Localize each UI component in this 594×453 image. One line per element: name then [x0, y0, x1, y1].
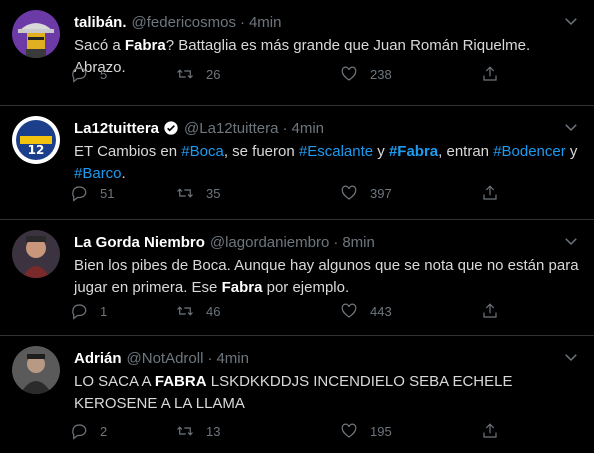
- share-icon[interactable]: [481, 302, 499, 320]
- user-handle[interactable]: @federicosmos: [132, 14, 236, 31]
- hashtag-link[interactable]: #Boca: [181, 143, 224, 160]
- avatar[interactable]: 12: [12, 116, 60, 164]
- chevron-down-icon[interactable]: [562, 118, 580, 136]
- chevron-down-icon[interactable]: [562, 12, 580, 30]
- reply-button[interactable]: 1: [70, 302, 107, 320]
- like-button[interactable]: 397: [340, 184, 392, 202]
- like-icon: [341, 66, 357, 81]
- retweet-button[interactable]: 13: [176, 422, 220, 440]
- timestamp[interactable]: 4min: [249, 14, 282, 31]
- retweet-icon: [177, 306, 193, 316]
- retweet-button[interactable]: 35: [176, 184, 220, 202]
- text-segment: , se fueron: [223, 143, 299, 160]
- tweet-header: talibán. @federicosmos · 4min: [74, 12, 281, 32]
- like-icon: [341, 303, 357, 318]
- reply-icon: [72, 186, 87, 202]
- hashtag-link[interactable]: #Fabra: [389, 143, 438, 160]
- chevron-down-icon[interactable]: [562, 232, 580, 250]
- tweet-header: La Gorda Niembro @lagordaniembro · 8min: [74, 232, 375, 252]
- avatar[interactable]: [12, 230, 60, 278]
- user-handle[interactable]: @lagordaniembro: [210, 234, 329, 251]
- retweet-icon: [177, 188, 193, 198]
- svg-text:12: 12: [28, 143, 45, 157]
- tweet-text: LO SACA A FABRA LSKDKKDDJS INCENDIELO SE…: [74, 371, 579, 415]
- reply-icon: [72, 424, 87, 440]
- hashtag-link[interactable]: #Bodencer: [493, 143, 566, 160]
- retweet-icon: [177, 426, 193, 436]
- user-handle[interactable]: @NotAdroll: [127, 350, 204, 367]
- display-name[interactable]: La12tuittera: [74, 120, 159, 137]
- verified-badge-icon: [164, 121, 178, 135]
- reply-count: 5: [100, 66, 108, 82]
- tweet-feed: talibán. @federicosmos · 4min Sacó a Fab…: [0, 0, 594, 453]
- text-segment: y: [373, 143, 389, 160]
- retweet-count: 13: [206, 423, 221, 439]
- retweet-button[interactable]: 46: [176, 302, 220, 320]
- tweet[interactable]: talibán. @federicosmos · 4min Sacó a Fab…: [0, 0, 594, 106]
- retweet-button[interactable]: 26: [176, 65, 220, 83]
- user-handle[interactable]: @La12tuittera: [184, 120, 278, 137]
- like-button[interactable]: 238: [340, 65, 392, 83]
- display-name[interactable]: Adrián: [74, 350, 122, 367]
- like-count: 443: [370, 303, 392, 319]
- reply-icon: [72, 67, 87, 83]
- tweet-header: Adrián @NotAdroll · 4min: [74, 348, 249, 368]
- tweet[interactable]: 12 La12tuittera @La12tuittera · 4min ET …: [0, 106, 594, 220]
- tweet-actions: 5 26 238: [70, 65, 497, 87]
- like-count: 238: [370, 66, 392, 82]
- tweet-actions: 1 46 443: [70, 302, 497, 324]
- reply-button[interactable]: 2: [70, 422, 107, 440]
- like-count: 397: [370, 185, 392, 201]
- retweet-icon: [177, 69, 193, 79]
- reply-button[interactable]: 5: [70, 65, 107, 83]
- text-segment: , entran: [438, 143, 494, 160]
- share-icon[interactable]: [481, 422, 499, 440]
- chevron-down-icon[interactable]: [562, 348, 580, 366]
- like-count: 195: [370, 423, 392, 439]
- text-segment: y: [565, 143, 578, 160]
- separator-dot: ·: [207, 349, 213, 367]
- display-name[interactable]: La Gorda Niembro: [74, 234, 205, 251]
- share-icon[interactable]: [481, 184, 499, 202]
- tweet-header: La12tuittera @La12tuittera · 4min: [74, 118, 324, 138]
- highlighted-text: Fabra: [221, 279, 263, 296]
- tweet-actions: 51 35 397: [70, 184, 497, 206]
- reply-icon: [72, 304, 87, 320]
- like-button[interactable]: 443: [340, 302, 392, 320]
- text-segment: por ejemplo.: [262, 279, 350, 296]
- highlighted-text: FABRA: [154, 373, 207, 390]
- highlighted-text: Fabra: [124, 37, 166, 54]
- timestamp[interactable]: 4min: [216, 350, 249, 367]
- text-segment: ET Cambios en: [74, 143, 182, 160]
- text-segment: Sacó a: [74, 37, 125, 54]
- separator-dot: ·: [333, 233, 339, 251]
- text-segment: .: [121, 165, 126, 182]
- separator-dot: ·: [282, 119, 288, 137]
- avatar[interactable]: [12, 346, 60, 394]
- share-icon[interactable]: [481, 65, 499, 83]
- like-icon: [341, 185, 357, 200]
- like-icon: [341, 423, 357, 438]
- tweet-actions: 2 13 195: [70, 422, 497, 444]
- separator-dot: ·: [239, 13, 245, 31]
- reply-count: 2: [100, 423, 108, 439]
- timestamp[interactable]: 4min: [291, 120, 324, 137]
- tweet[interactable]: La Gorda Niembro @lagordaniembro · 8min …: [0, 220, 594, 336]
- tweet[interactable]: Adrián @NotAdroll · 4min LO SACA A FABRA…: [0, 336, 594, 453]
- timestamp[interactable]: 8min: [342, 234, 375, 251]
- reply-count: 51: [100, 185, 115, 201]
- text-segment: LO SACA A: [74, 373, 155, 390]
- tweet-text: ET Cambios en #Boca, se fueron #Escalant…: [74, 141, 579, 185]
- reply-button[interactable]: 51: [70, 184, 114, 202]
- reply-count: 1: [100, 303, 108, 319]
- retweet-count: 35: [206, 185, 221, 201]
- retweet-count: 46: [206, 303, 221, 319]
- display-name[interactable]: talibán.: [74, 14, 127, 31]
- retweet-count: 26: [206, 66, 221, 82]
- hashtag-link[interactable]: #Barco: [74, 165, 122, 182]
- like-button[interactable]: 195: [340, 422, 392, 440]
- tweet-text: Bien los pibes de Boca. Aunque hay algun…: [74, 255, 579, 299]
- avatar[interactable]: [12, 10, 60, 58]
- hashtag-link[interactable]: #Escalante: [299, 143, 373, 160]
